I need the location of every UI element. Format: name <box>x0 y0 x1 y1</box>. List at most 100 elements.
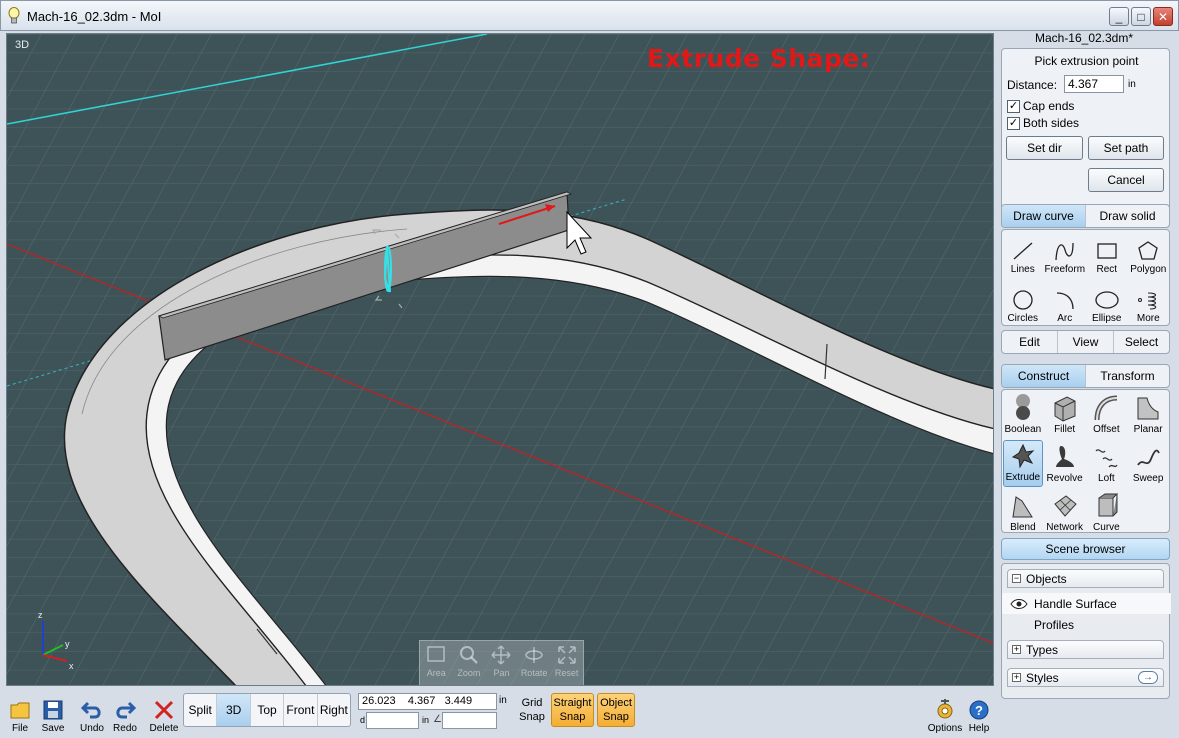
straight-snap-toggle[interactable]: Straight Snap <box>551 693 594 727</box>
styles-section-header[interactable]: + Styles → <box>1007 668 1164 687</box>
distance-field[interactable] <box>366 712 419 729</box>
coordinate-input[interactable]: 26.023 4.367 3.449 <box>358 693 497 710</box>
list-item-handle-surface[interactable]: Handle Surface <box>1002 593 1171 614</box>
tab-view[interactable]: View <box>1058 331 1114 353</box>
lines-label: Lines <box>1010 264 1035 275</box>
nav-pan-button[interactable]: Pan <box>485 644 517 685</box>
freeform-tool[interactable]: Freeform <box>1044 231 1085 278</box>
fillet-tool[interactable]: Fillet <box>1045 391 1085 438</box>
set-path-button[interactable]: Set path <box>1088 136 1164 160</box>
nav-pan-label: Pan <box>493 668 510 678</box>
grid-snap-toggle[interactable]: Grid Snap <box>515 696 549 724</box>
distance-input[interactable] <box>1064 75 1124 93</box>
network-icon <box>1053 495 1077 517</box>
scene-browser-panel: − Objects Handle Surface Profiles + Type… <box>1001 563 1171 699</box>
undo-button[interactable]: Undo <box>75 690 109 734</box>
offset-icon <box>1094 395 1118 421</box>
offset-tool[interactable]: Offset <box>1087 391 1127 438</box>
scene-canvas[interactable] <box>7 34 994 686</box>
options-button[interactable]: Options <box>926 690 964 734</box>
svg-text:?: ? <box>975 703 983 718</box>
curve-tool[interactable]: Curve <box>1087 489 1127 536</box>
both-sides-checkbox[interactable]: ✓ Both sides <box>1007 116 1079 130</box>
list-item-profiles[interactable]: Profiles <box>1002 614 1171 635</box>
styles-arrow-button[interactable]: → <box>1138 671 1158 684</box>
save-button[interactable]: Save <box>36 690 70 734</box>
types-section-header[interactable]: + Types <box>1007 640 1164 659</box>
straight-snap-line1: Straight <box>553 697 592 709</box>
file-button[interactable]: File <box>3 690 37 734</box>
axis-triad-icon: z y x <box>38 610 74 671</box>
lines-tool[interactable]: Lines <box>1003 231 1042 278</box>
polygon-tool[interactable]: Polygon <box>1129 231 1168 278</box>
distance-label: Distance: <box>1007 78 1058 92</box>
revolve-tool[interactable]: Revolve <box>1045 440 1085 487</box>
sweep-tool[interactable]: Sweep <box>1128 440 1168 487</box>
object-snap-toggle[interactable]: Object Snap <box>597 693 635 727</box>
planar-tool[interactable]: Planar <box>1128 391 1168 438</box>
nav-reset-label: Reset <box>554 668 579 678</box>
distance-unit: in <box>1128 79 1136 90</box>
nav-rotate-button[interactable]: Rotate <box>518 644 550 685</box>
nav-area-button[interactable]: Area <box>420 644 452 685</box>
tab-select[interactable]: Select <box>1114 331 1169 353</box>
object-snap-line2: Snap <box>603 711 629 723</box>
boolean-label: Boolean <box>1004 424 1042 435</box>
tab-right-view[interactable]: Right <box>318 694 350 726</box>
redo-button[interactable]: Redo <box>108 690 142 734</box>
file-label: File <box>11 723 29 734</box>
minimize-button[interactable]: _ <box>1109 7 1129 26</box>
tab-draw-solid[interactable]: Draw solid <box>1086 205 1169 227</box>
cancel-button[interactable]: Cancel <box>1088 168 1164 192</box>
expand-icon: + <box>1012 644 1021 654</box>
planar-label: Planar <box>1133 424 1163 435</box>
options-label: Options <box>927 723 963 734</box>
help-button[interactable]: ? Help <box>964 690 994 734</box>
tab-construct[interactable]: Construct <box>1002 365 1086 387</box>
delete-button[interactable]: Delete <box>147 690 181 734</box>
loft-label: Loft <box>1098 473 1115 484</box>
tab-draw-curve[interactable]: Draw curve <box>1002 205 1086 227</box>
network-tool[interactable]: Network <box>1045 489 1085 536</box>
boolean-icon <box>1015 394 1030 420</box>
scene-browser-button[interactable]: Scene browser <box>1001 538 1170 560</box>
ellipse-tool[interactable]: Ellipse <box>1087 280 1126 327</box>
viewport-3d[interactable]: 3D Extrude Shape: Area Zoom Pan Rotate R… <box>6 33 994 686</box>
blend-label: Blend <box>1010 522 1036 533</box>
close-button[interactable]: ✕ <box>1153 7 1173 26</box>
cap-ends-checkbox[interactable]: ✓ Cap ends <box>1007 99 1074 113</box>
boolean-tool[interactable]: Boolean <box>1003 391 1043 438</box>
tab-front-view[interactable]: Front <box>284 694 318 726</box>
tab-edit[interactable]: Edit <box>1002 331 1058 353</box>
objects-section-header[interactable]: − Objects <box>1007 569 1164 588</box>
maximize-button[interactable]: □ <box>1131 7 1151 26</box>
document-name: Mach-16_02.3dm* <box>1034 31 1134 45</box>
nav-zoom-button[interactable]: Zoom <box>453 644 485 685</box>
network-label: Network <box>1046 522 1083 533</box>
extrude-tool[interactable]: Extrude <box>1003 440 1043 487</box>
curve-icon <box>1098 493 1119 517</box>
rect-tool[interactable]: Rect <box>1087 231 1126 278</box>
styles-header-label: Styles <box>1026 670 1059 685</box>
circles-tool[interactable]: Circles <box>1003 280 1042 327</box>
object-name: Profiles <box>1034 617 1075 632</box>
tab-3d-view[interactable]: 3D <box>217 694 251 726</box>
circles-label: Circles <box>1007 313 1039 324</box>
reset-view-icon <box>557 646 576 664</box>
tab-transform[interactable]: Transform <box>1086 365 1169 387</box>
revolve-label: Revolve <box>1046 473 1083 484</box>
angle-field[interactable] <box>442 712 497 729</box>
arc-tool[interactable]: Arc <box>1044 280 1085 327</box>
line-icon <box>1013 242 1033 260</box>
set-dir-button[interactable]: Set dir <box>1006 136 1083 160</box>
loft-tool[interactable]: Loft <box>1087 440 1127 487</box>
lightbulb-icon <box>8 7 20 24</box>
side-panel: Mach-16_02.3dm* Pick extrusion point Dis… <box>998 31 1179 738</box>
nav-reset-button[interactable]: Reset <box>551 644 583 685</box>
more-tool[interactable]: More <box>1129 280 1168 327</box>
tab-top-view[interactable]: Top <box>251 694 285 726</box>
nav-area-label: Area <box>426 668 446 678</box>
distance-short-label: d <box>360 715 366 725</box>
tab-split-view[interactable]: Split <box>184 694 218 726</box>
blend-tool[interactable]: Blend <box>1003 489 1043 536</box>
